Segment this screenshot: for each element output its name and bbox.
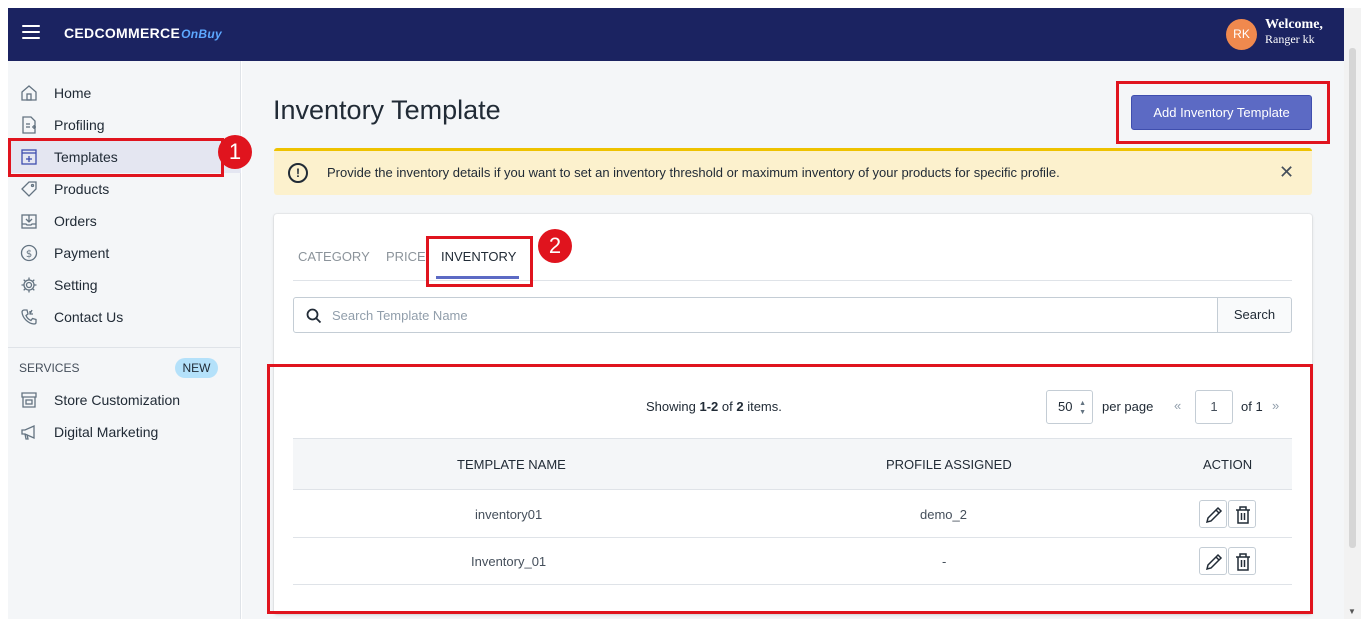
dollar-icon: $ [20, 244, 38, 262]
brand-logo[interactable]: CEDCOMMERCEOnBuy [64, 25, 222, 41]
sidebar-item-label: Digital Marketing [54, 424, 159, 440]
new-badge: NEW [175, 358, 218, 378]
sidebar-item-label: Profiling [54, 117, 105, 133]
annotation-box-templates [8, 138, 224, 177]
sidebar-item-store-customization[interactable]: Store Customization [8, 384, 241, 416]
svg-text:$: $ [26, 249, 32, 260]
hamburger-menu-icon[interactable] [22, 25, 40, 39]
info-banner: ! Provide the inventory details if you w… [274, 148, 1312, 195]
sidebar-item-setting[interactable]: Setting [8, 269, 241, 301]
sidebar-divider [8, 347, 241, 348]
sidebar-item-label: Payment [54, 245, 110, 261]
services-heading: SERVICES [19, 361, 80, 375]
search-bar: Search [293, 297, 1292, 333]
page-scrollbar[interactable] [1344, 8, 1361, 619]
annotation-box-inventory-tab [426, 236, 533, 287]
sidebar-item-digital-marketing[interactable]: Digital Marketing [8, 416, 241, 448]
annotation-box-add-button [1116, 81, 1330, 144]
tag-icon [21, 181, 37, 197]
phone-icon [21, 309, 37, 325]
sidebar-item-payment[interactable]: $ Payment [8, 237, 241, 269]
annotation-step-2: 2 [538, 229, 572, 263]
close-icon[interactable]: ✕ [1279, 162, 1294, 183]
search-button[interactable]: Search [1217, 298, 1291, 332]
sidebar-item-label: Home [54, 85, 92, 101]
sidebar-item-label: Setting [54, 277, 98, 293]
search-icon [306, 308, 322, 324]
gear-icon [21, 277, 37, 293]
search-input[interactable] [332, 306, 1202, 324]
sidebar-item-label: Products [54, 181, 110, 197]
tab-category[interactable]: CATEGORY [298, 249, 370, 264]
sidebar-item-label: Orders [54, 213, 97, 229]
home-icon [21, 85, 37, 101]
annotation-step-1: 1 [218, 135, 252, 169]
sidebar-item-contact-us[interactable]: Contact Us [8, 301, 241, 333]
warning-icon: ! [288, 163, 308, 183]
user-name: Ranger kk [1265, 32, 1315, 46]
user-menu[interactable]: Welcome, Ranger kk [1265, 17, 1323, 47]
tab-price[interactable]: PRICE [386, 249, 426, 264]
profiling-icon [22, 116, 36, 134]
welcome-text: Welcome, [1265, 17, 1323, 32]
megaphone-icon [21, 424, 35, 440]
annotation-box-table [267, 364, 1313, 614]
scroll-down-arrow-icon[interactable]: ▼ [1348, 607, 1356, 616]
sidebar-item-orders[interactable]: Orders [8, 205, 241, 237]
scrollbar-thumb[interactable] [1349, 48, 1356, 548]
sidebar-item-label: Contact Us [54, 309, 124, 325]
top-bar: CEDCOMMERCEOnBuy RK Welcome, Ranger kk [8, 8, 1344, 61]
sidebar-item-home[interactable]: Home [8, 77, 241, 109]
sidebar-item-profiling[interactable]: Profiling [8, 109, 241, 141]
page-title: Inventory Template [273, 95, 501, 125]
store-icon [21, 392, 37, 408]
user-avatar[interactable]: RK [1226, 19, 1257, 50]
sidebar-item-label: Store Customization [54, 392, 181, 408]
orders-icon [21, 214, 37, 229]
sidebar-item-products[interactable]: Products [8, 173, 241, 205]
banner-text: Provide the inventory details if you wan… [327, 165, 1060, 180]
